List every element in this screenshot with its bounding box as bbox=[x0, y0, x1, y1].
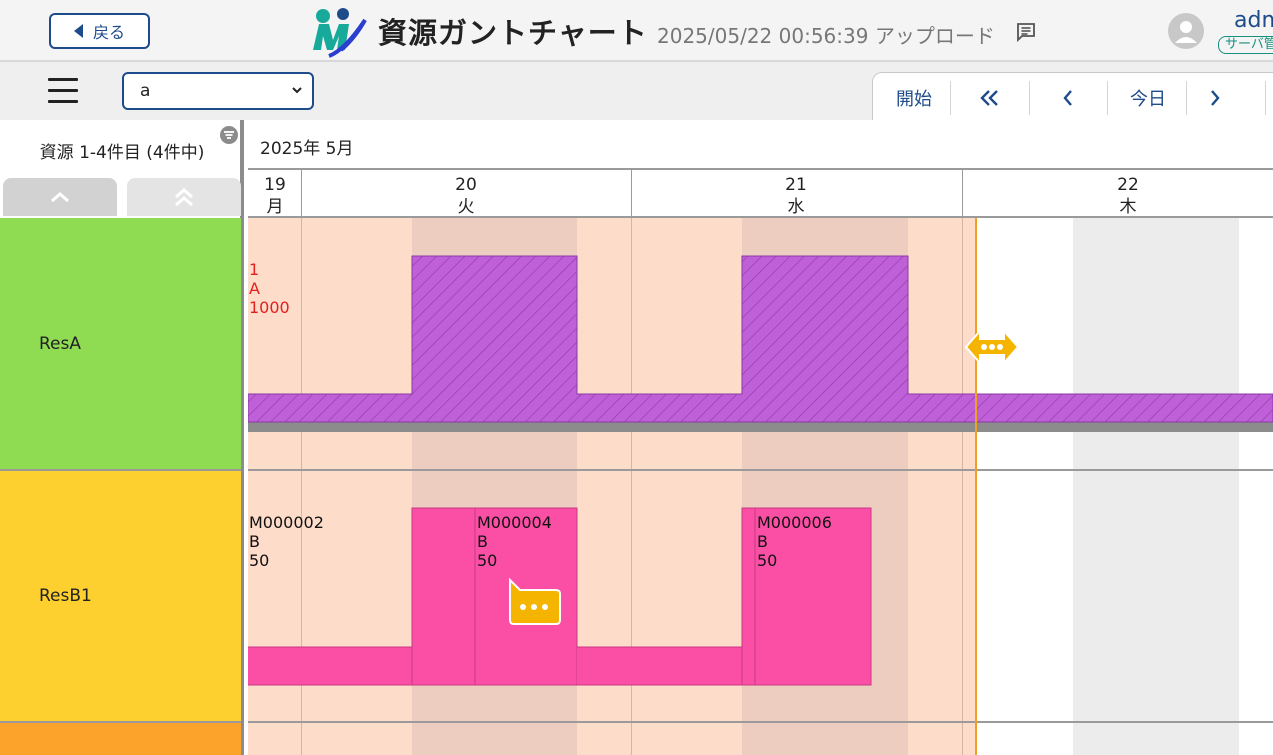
task-label-m000002[interactable]: M000002 B 50 bbox=[249, 513, 324, 570]
month-label: 2025年 5月 bbox=[260, 139, 354, 159]
resource-row-3[interactable] bbox=[0, 723, 241, 755]
chevron-left-icon bbox=[1063, 90, 1072, 106]
resource-row-resb1[interactable]: ResB1 bbox=[0, 471, 241, 721]
back-button[interactable]: 戻る bbox=[49, 13, 150, 49]
scroll-up-button[interactable] bbox=[3, 178, 117, 216]
page-title: 資源ガントチャート bbox=[378, 16, 648, 50]
resource-count: 資源 1-4件目 (4件中) bbox=[39, 143, 205, 163]
day-column-22: 22 木 bbox=[1117, 175, 1139, 217]
current-time-line bbox=[975, 218, 977, 755]
upload-timestamp: 2025/05/22 00:56:39 bbox=[657, 24, 869, 48]
day-column-19: 19 月 bbox=[264, 175, 286, 217]
app-window: 戻る 資源ガントチャート 2025/05/22 00:56:39 アップロード … bbox=[0, 0, 1273, 755]
upload-label: アップロード bbox=[874, 24, 995, 48]
gantt-chart-area bbox=[248, 218, 1273, 755]
resource-row-resa[interactable]: ResA bbox=[0, 218, 241, 469]
comment-icon[interactable] bbox=[1015, 21, 1037, 43]
nav-start-button[interactable]: 開始 bbox=[881, 81, 947, 115]
chevron-down-icon bbox=[292, 87, 302, 94]
hamburger-menu-icon[interactable] bbox=[48, 78, 78, 106]
resource-name: ResB1 bbox=[39, 586, 92, 606]
nav-first-button[interactable] bbox=[953, 81, 1027, 115]
nav-next-button[interactable] bbox=[1189, 81, 1241, 115]
user-avatar-icon[interactable] bbox=[1168, 13, 1204, 49]
day-column-21: 21 水 bbox=[785, 175, 807, 217]
double-chevron-left-icon bbox=[980, 90, 998, 106]
schedule-select[interactable]: a bbox=[122, 72, 314, 110]
task-label-m000004[interactable]: M000004 B 50 bbox=[477, 513, 552, 570]
back-button-label: 戻る bbox=[92, 23, 125, 42]
gantt-month-header bbox=[248, 120, 1273, 170]
back-arrow-icon bbox=[73, 24, 83, 38]
scroll-top-button[interactable] bbox=[127, 178, 241, 216]
app-logo bbox=[313, 8, 367, 58]
resize-handle-icon[interactable] bbox=[964, 325, 1020, 369]
day-column-20: 20 火 bbox=[455, 175, 477, 217]
user-name[interactable]: adm bbox=[1234, 8, 1273, 33]
schedule-select-value: a bbox=[140, 81, 151, 101]
upload-info: 2025/05/22 00:56:39 アップロード bbox=[657, 20, 995, 49]
task-comment-icon[interactable] bbox=[506, 576, 564, 630]
double-chevron-up-icon bbox=[175, 188, 193, 207]
task-label-m000006[interactable]: M000006 B 50 bbox=[757, 513, 832, 570]
filter-icon[interactable] bbox=[219, 125, 239, 145]
user-role-badge: サーバ管 bbox=[1218, 36, 1273, 54]
nav-prev-button[interactable] bbox=[1031, 81, 1105, 115]
chevron-up-icon bbox=[51, 192, 69, 203]
nav-today-button[interactable]: 今日 bbox=[1110, 81, 1186, 115]
chevron-right-icon bbox=[1211, 90, 1220, 106]
resa-task-label: 1 A 1000 bbox=[249, 260, 290, 317]
date-navigation: 開始 今日 bbox=[872, 72, 1273, 122]
resource-name: ResA bbox=[39, 333, 81, 354]
